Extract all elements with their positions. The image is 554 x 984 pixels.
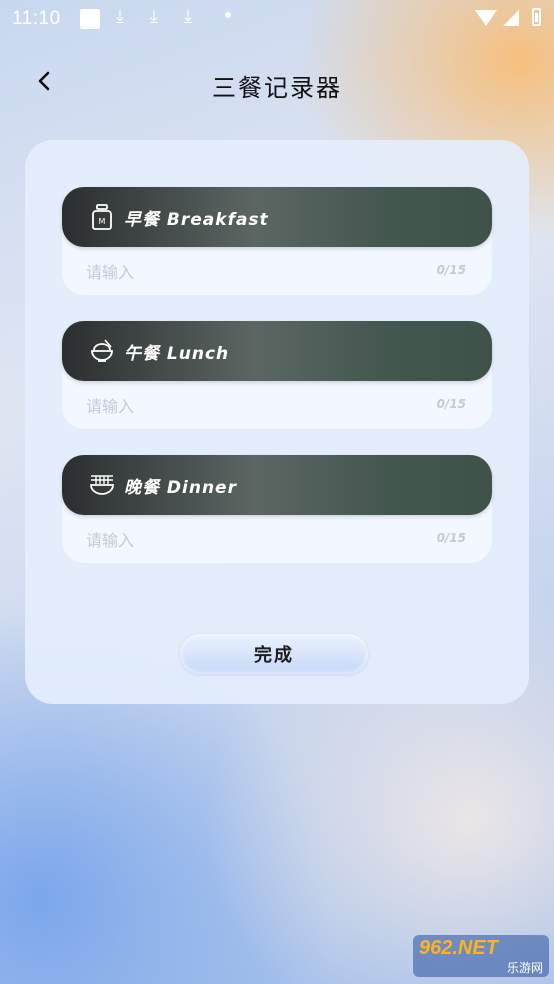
signal-icon [503, 10, 519, 26]
meal-label: 午餐 Lunch [124, 344, 230, 364]
rice-bowl-icon [91, 339, 113, 362]
svg-text:M: M [99, 217, 106, 226]
download-icon: ⤓ [116, 6, 124, 27]
battery-icon [532, 8, 541, 26]
meal-section-lunch: 午餐 Lunch 0/15 [62, 321, 492, 429]
page-title: 三餐记录器 [212, 74, 342, 102]
download-icon: ⤓ [184, 6, 192, 27]
notification-icon [80, 9, 100, 29]
meal-header-dinner: 晚餐 Dinner [62, 455, 492, 515]
lunch-input[interactable] [86, 393, 386, 419]
wifi-icon [475, 10, 497, 26]
meal-header-lunch: 午餐 Lunch [62, 321, 492, 381]
more-notifications-icon [225, 12, 231, 18]
watermark-brand: 962.NET [419, 937, 498, 959]
done-button[interactable]: 完成 [180, 634, 368, 674]
meal-label: 晚餐 Dinner [124, 478, 237, 498]
download-icon: ⤓ [150, 6, 158, 27]
breakfast-input[interactable] [86, 259, 386, 285]
bottle-icon: M [92, 204, 112, 230]
char-counter: 0/15 [436, 263, 466, 277]
meal-header-breakfast: M 早餐 Breakfast [62, 187, 492, 247]
noodle-bowl-icon [90, 475, 114, 495]
char-counter: 0/15 [436, 397, 466, 411]
meal-label: 早餐 Breakfast [124, 210, 269, 230]
watermark-caption: 乐游网 [506, 961, 543, 975]
char-counter: 0/15 [436, 531, 466, 545]
meal-section-dinner: 晚餐 Dinner 0/15 [62, 455, 492, 563]
watermark-logo: 962.NET 乐游网 [413, 935, 549, 977]
status-time: 11:10 [12, 8, 61, 29]
meal-section-breakfast: M 早餐 Breakfast 0/15 [62, 187, 492, 295]
dinner-input[interactable] [86, 527, 386, 553]
status-bar: 11:10 ⤓ ⤓ ⤓ [0, 0, 554, 38]
